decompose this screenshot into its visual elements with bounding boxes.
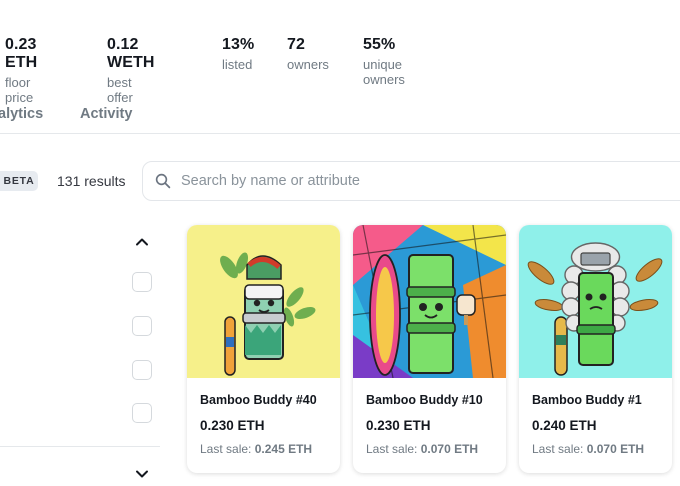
stat-listed: 13% listed xyxy=(222,36,254,72)
filter-checkbox[interactable] xyxy=(132,316,152,336)
nft-name: Bamboo Buddy #1 xyxy=(532,393,642,407)
last-sale-value: 0.070 ETH xyxy=(420,442,479,456)
tab-activity[interactable]: Activity xyxy=(80,106,132,122)
chevron-down-icon[interactable] xyxy=(134,466,150,482)
tab-analytics[interactable]: alytics xyxy=(0,106,43,122)
search-icon xyxy=(155,173,171,189)
beta-badge: BETA xyxy=(0,171,38,191)
last-sale-value: 0.070 ETH xyxy=(586,442,645,456)
sidebar-divider xyxy=(0,446,160,447)
chevron-up-icon[interactable] xyxy=(134,234,150,250)
nft-image xyxy=(187,225,340,378)
stat-value: 0.23 ETH xyxy=(5,36,38,71)
nft-last-sale: Last sale: 0.245 ETH xyxy=(200,442,312,456)
last-sale-label: Last sale: xyxy=(532,442,584,456)
nft-card[interactable]: Bamboo Buddy #1 0.240 ETH Last sale: 0.0… xyxy=(519,225,672,473)
stat-owners: 72 owners xyxy=(287,36,329,72)
nft-card[interactable]: Bamboo Buddy #10 0.230 ETH Last sale: 0.… xyxy=(353,225,506,473)
nft-image xyxy=(353,225,506,378)
stat-value: 0.12 WETH xyxy=(107,36,155,71)
stat-label: unique owners xyxy=(363,57,405,87)
stat-value: 55% xyxy=(363,36,396,53)
nft-name: Bamboo Buddy #10 xyxy=(366,393,483,407)
stat-value: 13% xyxy=(222,36,255,53)
stat-label: owners xyxy=(287,57,329,72)
nft-image xyxy=(519,225,672,378)
last-sale-value: 0.245 ETH xyxy=(254,442,313,456)
filter-checkbox[interactable] xyxy=(132,360,152,380)
stat-best-offer: 0.12 WETH best offer xyxy=(107,36,155,105)
last-sale-label: Last sale: xyxy=(366,442,418,456)
nft-card[interactable]: Bamboo Buddy #40 0.230 ETH Last sale: 0.… xyxy=(187,225,340,473)
nft-name: Bamboo Buddy #40 xyxy=(200,393,317,407)
collection-tabs: alytics Activity xyxy=(0,100,680,134)
nft-last-sale: Last sale: 0.070 ETH xyxy=(366,442,478,456)
filter-checkbox[interactable] xyxy=(132,272,152,292)
stat-label: listed xyxy=(222,57,253,72)
filter-checkbox[interactable] xyxy=(132,403,152,423)
nft-price: 0.240 ETH xyxy=(532,418,597,433)
stat-unique-owners: 55% unique owners xyxy=(363,36,405,87)
stat-floor-price: 0.23 ETH floor price xyxy=(5,36,37,105)
stat-value: 72 xyxy=(287,36,305,53)
results-count: 131 results xyxy=(57,173,126,189)
last-sale-label: Last sale: xyxy=(200,442,252,456)
search-input[interactable] xyxy=(181,170,661,192)
search-box[interactable] xyxy=(142,161,680,201)
nft-price: 0.230 ETH xyxy=(366,418,431,433)
nft-last-sale: Last sale: 0.070 ETH xyxy=(532,442,644,456)
nft-price: 0.230 ETH xyxy=(200,418,265,433)
